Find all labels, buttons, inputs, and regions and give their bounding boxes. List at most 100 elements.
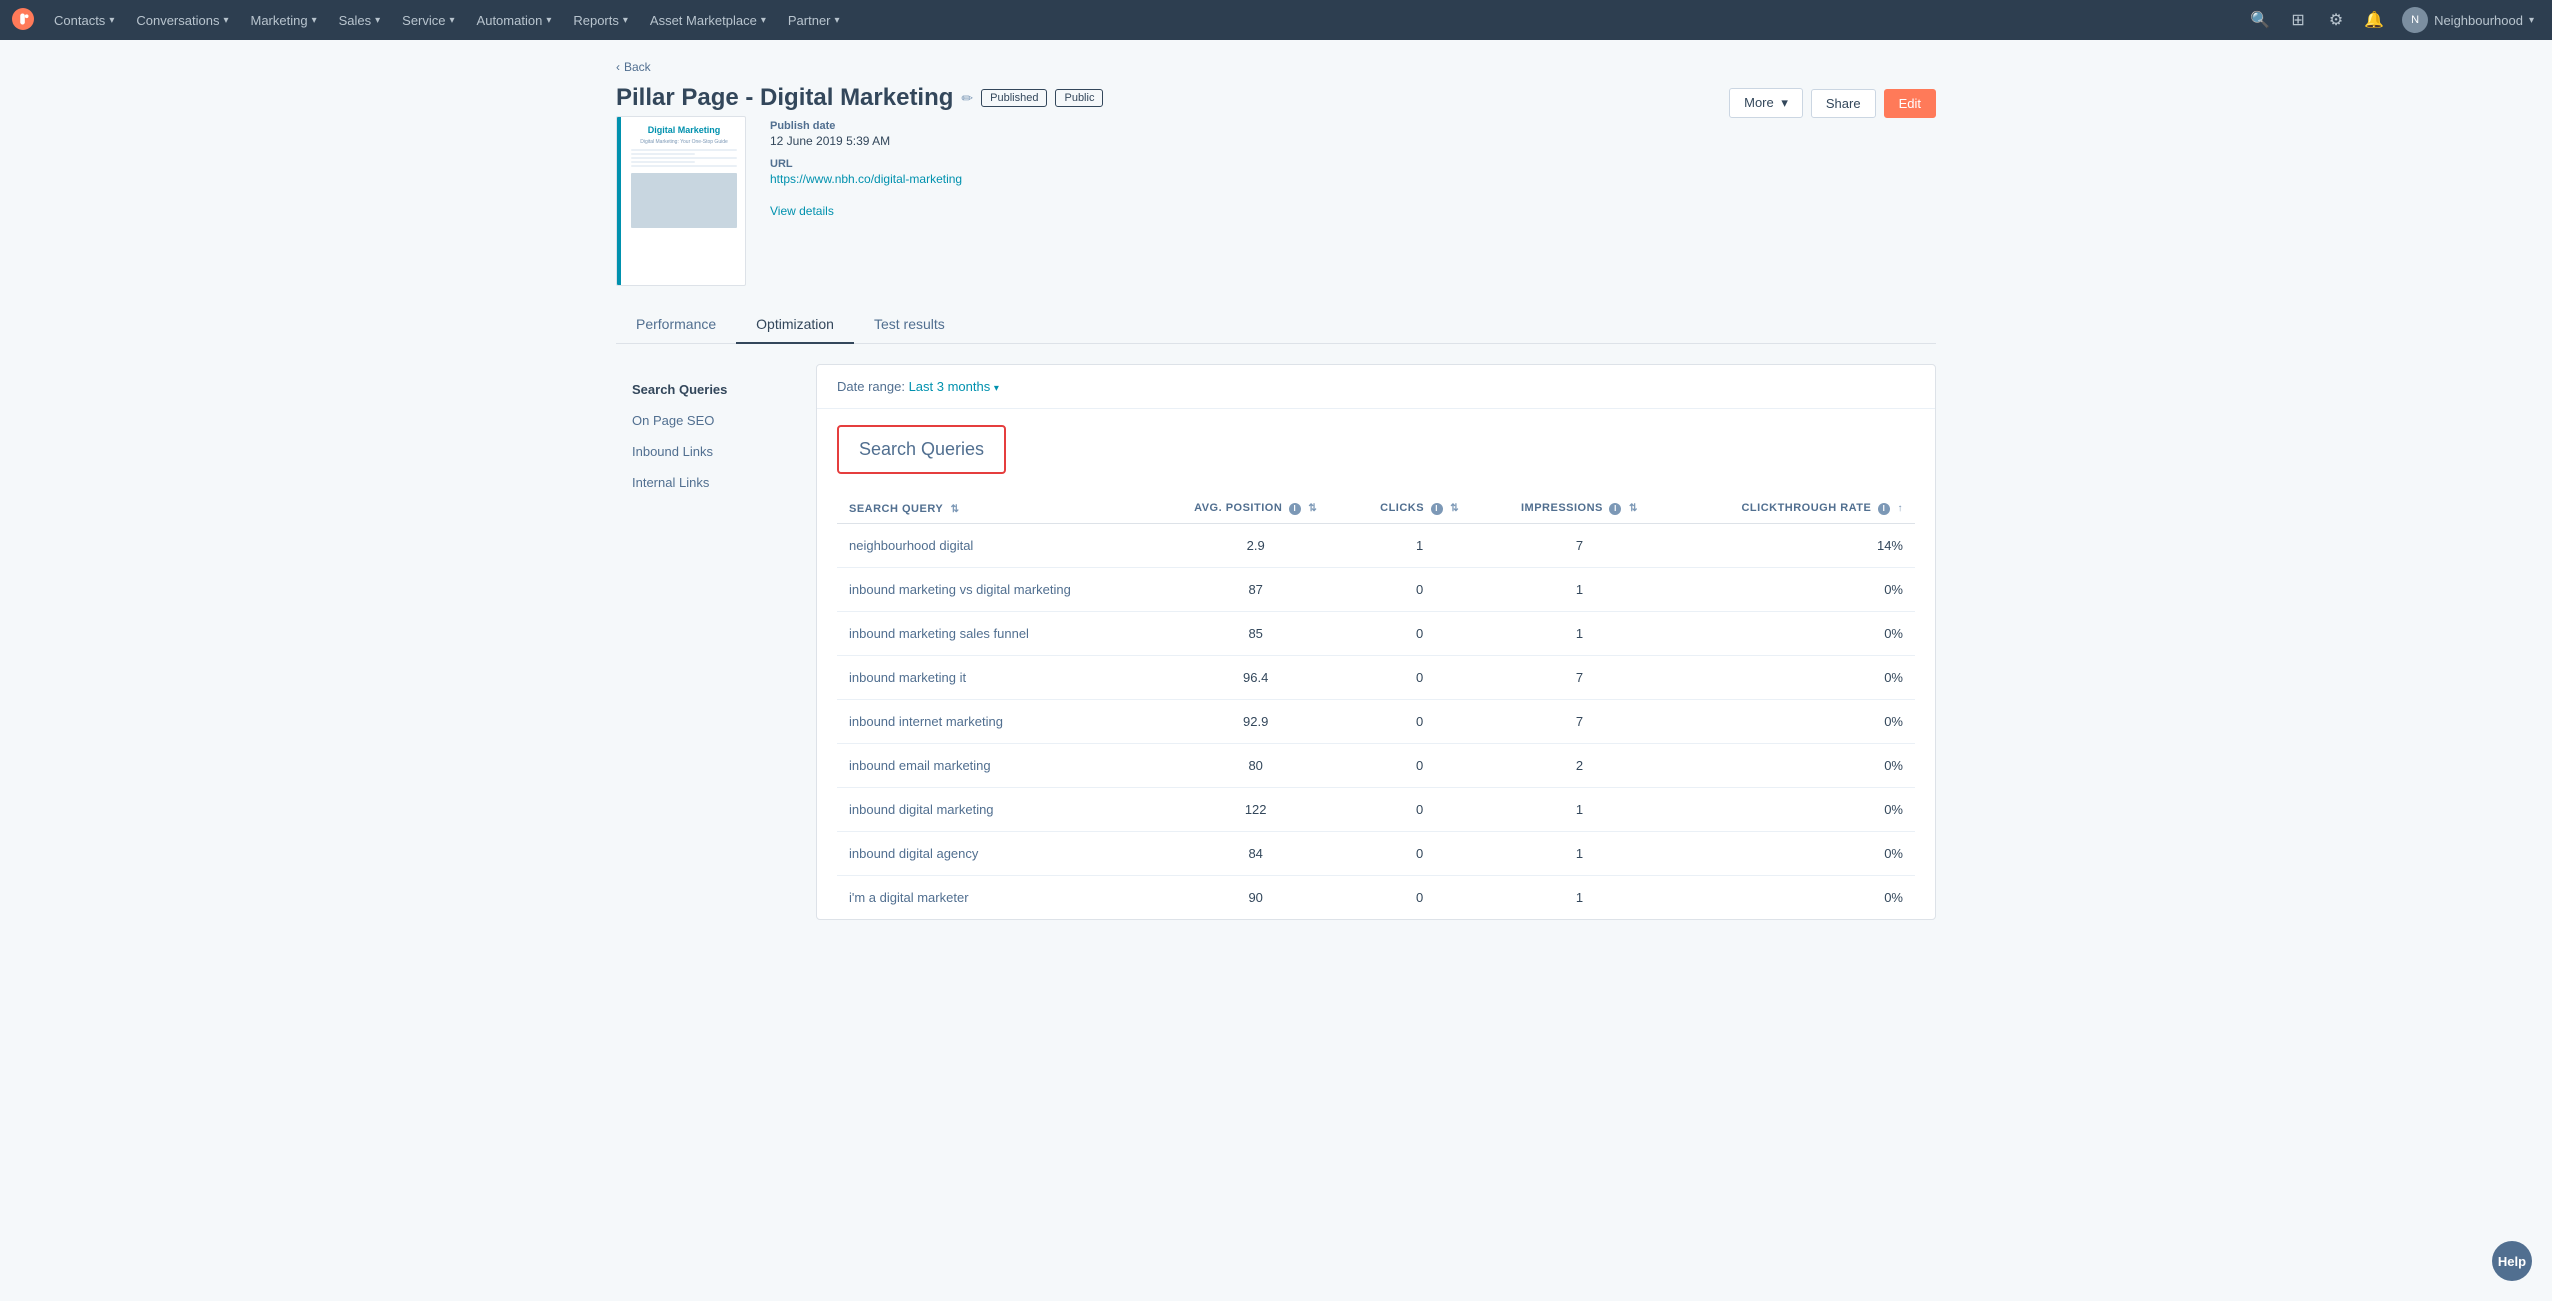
cell-impressions-5: 2 (1487, 744, 1672, 788)
cell-clicks-3: 0 (1352, 656, 1487, 700)
info-icon-ctr[interactable]: i (1878, 503, 1890, 515)
user-menu[interactable]: N Neighbourhood ▾ (2396, 7, 2540, 33)
nav-contacts[interactable]: Contacts ▾ (44, 0, 124, 40)
table-row: inbound digital marketing 122 0 1 0% (837, 788, 1915, 832)
table-row: inbound digital agency 84 0 1 0% (837, 832, 1915, 876)
sort-icon-ctr[interactable]: ↑ (1898, 503, 1904, 514)
cell-ctr-3: 0% (1672, 656, 1915, 700)
info-icon-clicks[interactable]: i (1431, 503, 1443, 515)
nav-reports[interactable]: Reports ▾ (563, 0, 638, 40)
edit-button[interactable]: Edit (1884, 89, 1936, 118)
nav-conversations[interactable]: Conversations ▾ (126, 0, 238, 40)
table-row: inbound marketing sales funnel 85 0 1 0% (837, 612, 1915, 656)
col-header-impressions: IMPRESSIONS i ⇅ (1487, 494, 1672, 524)
thumbnail-line-1 (631, 149, 737, 151)
thumbnail-inner: Digital Marketing Digital Marketing: You… (617, 117, 745, 285)
tab-optimization[interactable]: Optimization (736, 306, 854, 344)
cell-impressions-6: 1 (1487, 788, 1672, 832)
cell-clicks-1: 0 (1352, 568, 1487, 612)
sidebar: Search Queries On Page SEO Inbound Links… (616, 364, 816, 920)
sort-icon-clicks[interactable]: ⇅ (1450, 503, 1459, 514)
share-button[interactable]: Share (1811, 89, 1876, 118)
cell-clicks-2: 0 (1352, 612, 1487, 656)
page-title: Pillar Page - Digital Marketing (616, 84, 953, 112)
date-range-dropdown[interactable]: Last 3 months (909, 379, 991, 394)
cell-query-2: inbound marketing sales funnel (837, 612, 1159, 656)
sidebar-item-on-page-seo[interactable]: On Page SEO (616, 405, 816, 436)
nav-service[interactable]: Service ▾ (392, 0, 464, 40)
page-meta: Publish date 12 June 2019 5:39 AM URL ht… (770, 116, 962, 218)
main-panel: Date range: Last 3 months ▾ Search Queri… (816, 364, 1936, 920)
sort-icon-impressions[interactable]: ⇅ (1629, 503, 1638, 514)
notifications-icon-button[interactable]: 🔔 (2358, 4, 2390, 36)
col-header-ctr: CLICKTHROUGH RATE i ↑ (1672, 494, 1915, 524)
search-queries-table-container: SEARCH QUERY ⇅ AVG. POSITION i ⇅ CLICKS … (817, 494, 1935, 919)
page-header: Pillar Page - Digital Marketing ✏ Publis… (616, 84, 1936, 286)
cell-clicks-6: 0 (1352, 788, 1487, 832)
sidebar-item-internal-links[interactable]: Internal Links (616, 467, 816, 498)
settings-icon-button[interactable]: ⚙ (2320, 4, 2352, 36)
sort-icon-avg-position[interactable]: ⇅ (1308, 503, 1317, 514)
tab-test-results[interactable]: Test results (854, 306, 965, 344)
edit-title-icon[interactable]: ✏ (961, 90, 973, 107)
help-button[interactable]: Help (2492, 1241, 2532, 1281)
cell-query-8: i'm a digital marketer (837, 876, 1159, 920)
back-arrow-icon: ‹ (616, 60, 620, 74)
cell-clicks-4: 0 (1352, 700, 1487, 744)
cell-impressions-7: 1 (1487, 832, 1672, 876)
cell-query-4: inbound internet marketing (837, 700, 1159, 744)
cell-impressions-3: 7 (1487, 656, 1672, 700)
topnav-right-section: 🔍 ⊞ ⚙ 🔔 N Neighbourhood ▾ (2244, 4, 2540, 36)
table-row: inbound internet marketing 92.9 0 7 0% (837, 700, 1915, 744)
cell-avg-position-3: 96.4 (1159, 656, 1352, 700)
info-icon-impressions[interactable]: i (1609, 503, 1621, 515)
page-url-link[interactable]: https://www.nbh.co/digital-marketing (770, 172, 962, 186)
sort-icon-query[interactable]: ⇅ (951, 504, 960, 515)
nav-partner[interactable]: Partner ▾ (778, 0, 850, 40)
nav-sales[interactable]: Sales ▾ (329, 0, 391, 40)
cell-clicks-8: 0 (1352, 876, 1487, 920)
thumbnail-line-4 (631, 161, 695, 163)
cell-ctr-6: 0% (1672, 788, 1915, 832)
page-thumbnail: Digital Marketing Digital Marketing: You… (616, 116, 746, 286)
thumbnail-image-placeholder (631, 173, 737, 228)
nav-partner-chevron: ▾ (835, 15, 840, 26)
nav-automation-chevron: ▾ (546, 15, 551, 26)
nav-reports-chevron: ▾ (623, 15, 628, 26)
cell-impressions-1: 1 (1487, 568, 1672, 612)
nav-automation[interactable]: Automation ▾ (467, 0, 562, 40)
user-name-label: Neighbourhood (2434, 13, 2523, 28)
table-row: i'm a digital marketer 90 0 1 0% (837, 876, 1915, 920)
view-details-link[interactable]: View details (770, 204, 962, 218)
back-link[interactable]: ‹ Back (616, 60, 1936, 74)
cell-query-3: inbound marketing it (837, 656, 1159, 700)
marketplace-icon-button[interactable]: ⊞ (2282, 4, 2314, 36)
cell-query-1: inbound marketing vs digital marketing (837, 568, 1159, 612)
nav-marketing[interactable]: Marketing ▾ (240, 0, 326, 40)
nav-service-chevron: ▾ (450, 15, 455, 26)
col-header-query: SEARCH QUERY ⇅ (837, 494, 1159, 524)
more-chevron-icon: ▾ (1781, 95, 1788, 110)
tab-performance[interactable]: Performance (616, 306, 736, 344)
cell-query-5: inbound email marketing (837, 744, 1159, 788)
cell-avg-position-7: 84 (1159, 832, 1352, 876)
table-row: inbound marketing vs digital marketing 8… (837, 568, 1915, 612)
nav-contacts-chevron: ▾ (109, 15, 114, 26)
hubspot-logo[interactable] (12, 8, 34, 33)
page-title-row: Pillar Page - Digital Marketing ✏ Publis… (616, 84, 1103, 112)
table-row: inbound marketing it 96.4 0 7 0% (837, 656, 1915, 700)
search-icon-button[interactable]: 🔍 (2244, 4, 2276, 36)
cell-clicks-5: 0 (1352, 744, 1487, 788)
cell-impressions-2: 1 (1487, 612, 1672, 656)
thumbnail-line-5 (631, 165, 737, 167)
content-area: Digital Marketing Digital Marketing: You… (616, 116, 1103, 286)
sidebar-item-inbound-links[interactable]: Inbound Links (616, 436, 816, 467)
thumbnail-line-2 (631, 153, 695, 155)
nav-asset-marketplace[interactable]: Asset Marketplace ▾ (640, 0, 776, 40)
sidebar-item-search-queries[interactable]: Search Queries (616, 374, 816, 405)
more-button[interactable]: More ▾ (1729, 88, 1803, 118)
avatar: N (2402, 7, 2428, 33)
info-icon-avg-position[interactable]: i (1289, 503, 1301, 515)
search-queries-highlighted-box: Search Queries (837, 425, 1006, 474)
table-body: neighbourhood digital 2.9 1 7 14% inboun… (837, 524, 1915, 920)
